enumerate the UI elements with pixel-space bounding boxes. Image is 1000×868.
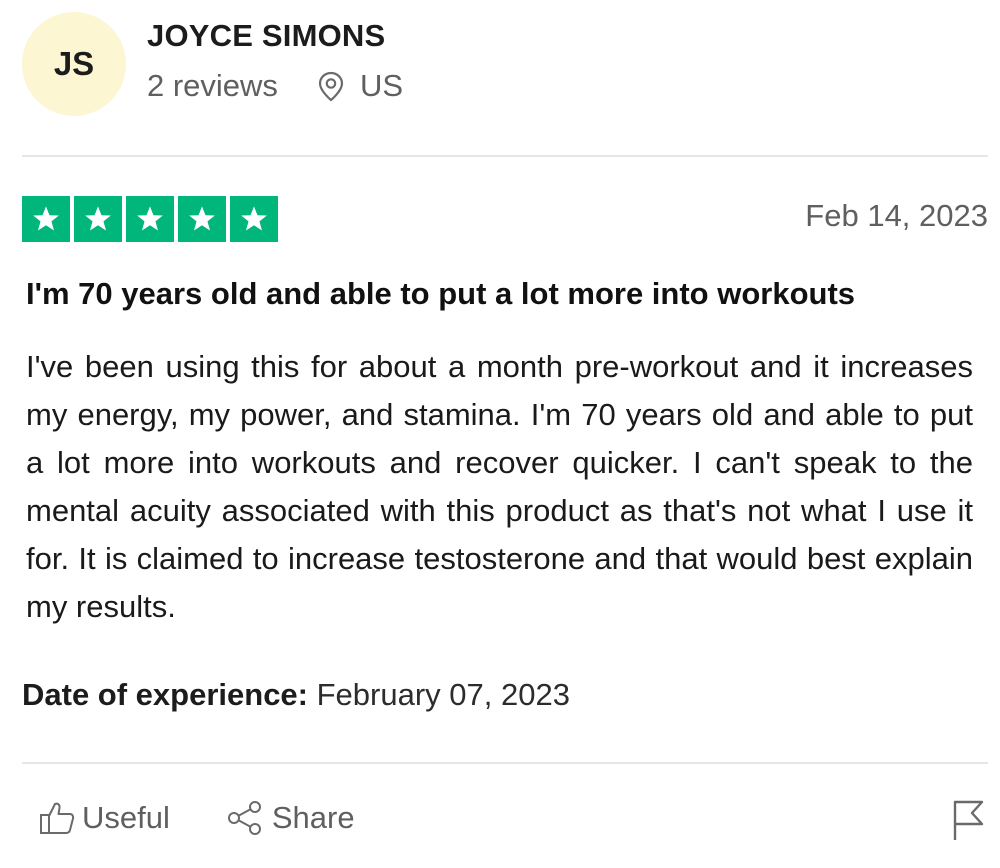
star-icon [189,206,215,231]
star-box [126,196,174,242]
reviewer-location: US [316,68,403,104]
star-icon [241,206,267,231]
star-box [22,196,70,242]
footer-divider [22,762,988,764]
star-box [74,196,122,242]
reviewer-name[interactable]: JOYCE SIMONS [147,18,385,54]
review-title[interactable]: I'm 70 years old and able to put a lot m… [26,276,855,312]
experience-date: February 07, 2023 [316,677,570,712]
useful-button[interactable]: Useful [38,800,170,836]
share-button[interactable]: Share [226,800,355,836]
map-pin-icon [318,71,344,102]
star-icon [85,206,111,231]
avatar[interactable]: JS [22,12,126,116]
reviewer-meta: 2 reviews US [147,68,403,104]
star-icon [33,206,59,231]
review-count: 2 reviews [147,68,278,103]
share-icon [227,801,261,835]
review-body: I've been using this for about a month p… [26,349,973,624]
star-icon [137,206,163,231]
report-flag-button[interactable] [950,798,986,847]
flag-icon [953,800,984,840]
review-actions: Useful Share [38,800,355,836]
reviewer-header: JS JOYCE SIMONS 2 reviews US [22,12,988,122]
share-label: Share [271,800,355,835]
star-box [178,196,226,242]
star-box [230,196,278,242]
star-rating [22,196,278,242]
location-label: US [359,68,404,103]
thumbs-up-icon [40,802,75,834]
experience-label: Date of experience: [22,677,308,712]
review-date: Feb 14, 2023 [805,198,988,233]
useful-label: Useful [82,800,170,835]
date-of-experience: Date of experience: February 07, 2023 [22,677,570,713]
header-divider [22,155,988,157]
